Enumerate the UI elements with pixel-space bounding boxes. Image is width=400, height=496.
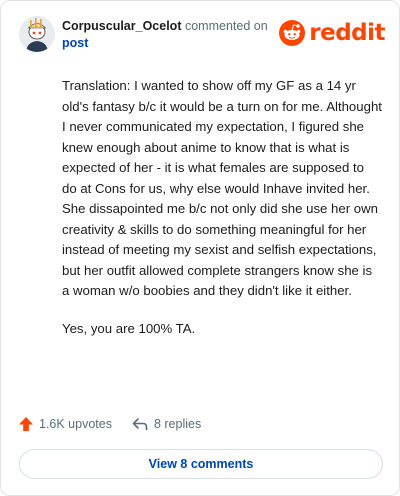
avatar-icon xyxy=(19,16,55,52)
upvote-count: 1.6K upvotes xyxy=(39,417,112,431)
upvote-button[interactable]: 1.6K upvotes xyxy=(19,417,112,431)
replies-button[interactable]: 8 replies xyxy=(132,417,201,431)
comment-actions: 1.6K upvotes 8 replies xyxy=(19,414,201,434)
reply-arrow-icon xyxy=(132,418,148,431)
comment-card: Corpuscular_Ocelot commented on post red… xyxy=(0,0,400,496)
replies-count: 8 replies xyxy=(153,417,202,431)
action-text: commented on xyxy=(184,19,268,33)
reddit-wordmark: reddit xyxy=(309,20,385,46)
username-link[interactable]: Corpuscular_Ocelot xyxy=(62,19,181,33)
comment-header: Corpuscular_Ocelot commented on post red… xyxy=(19,14,385,54)
comment-meta: Corpuscular_Ocelot commented on post xyxy=(62,18,292,52)
view-comments-button[interactable]: View 8 comments xyxy=(19,449,383,479)
comment-paragraph: Translation: I wanted to show off my GF … xyxy=(62,78,382,298)
user-avatar[interactable] xyxy=(19,16,55,52)
reddit-logo-icon xyxy=(279,20,306,46)
post-link[interactable]: post xyxy=(62,35,88,52)
reddit-logo[interactable]: reddit xyxy=(279,20,385,46)
comment-body: Translation: I wanted to show off my GF … xyxy=(62,76,382,356)
upvote-arrow-icon xyxy=(19,417,33,431)
comment-paragraph: Yes, you are 100% TA. xyxy=(62,320,196,336)
